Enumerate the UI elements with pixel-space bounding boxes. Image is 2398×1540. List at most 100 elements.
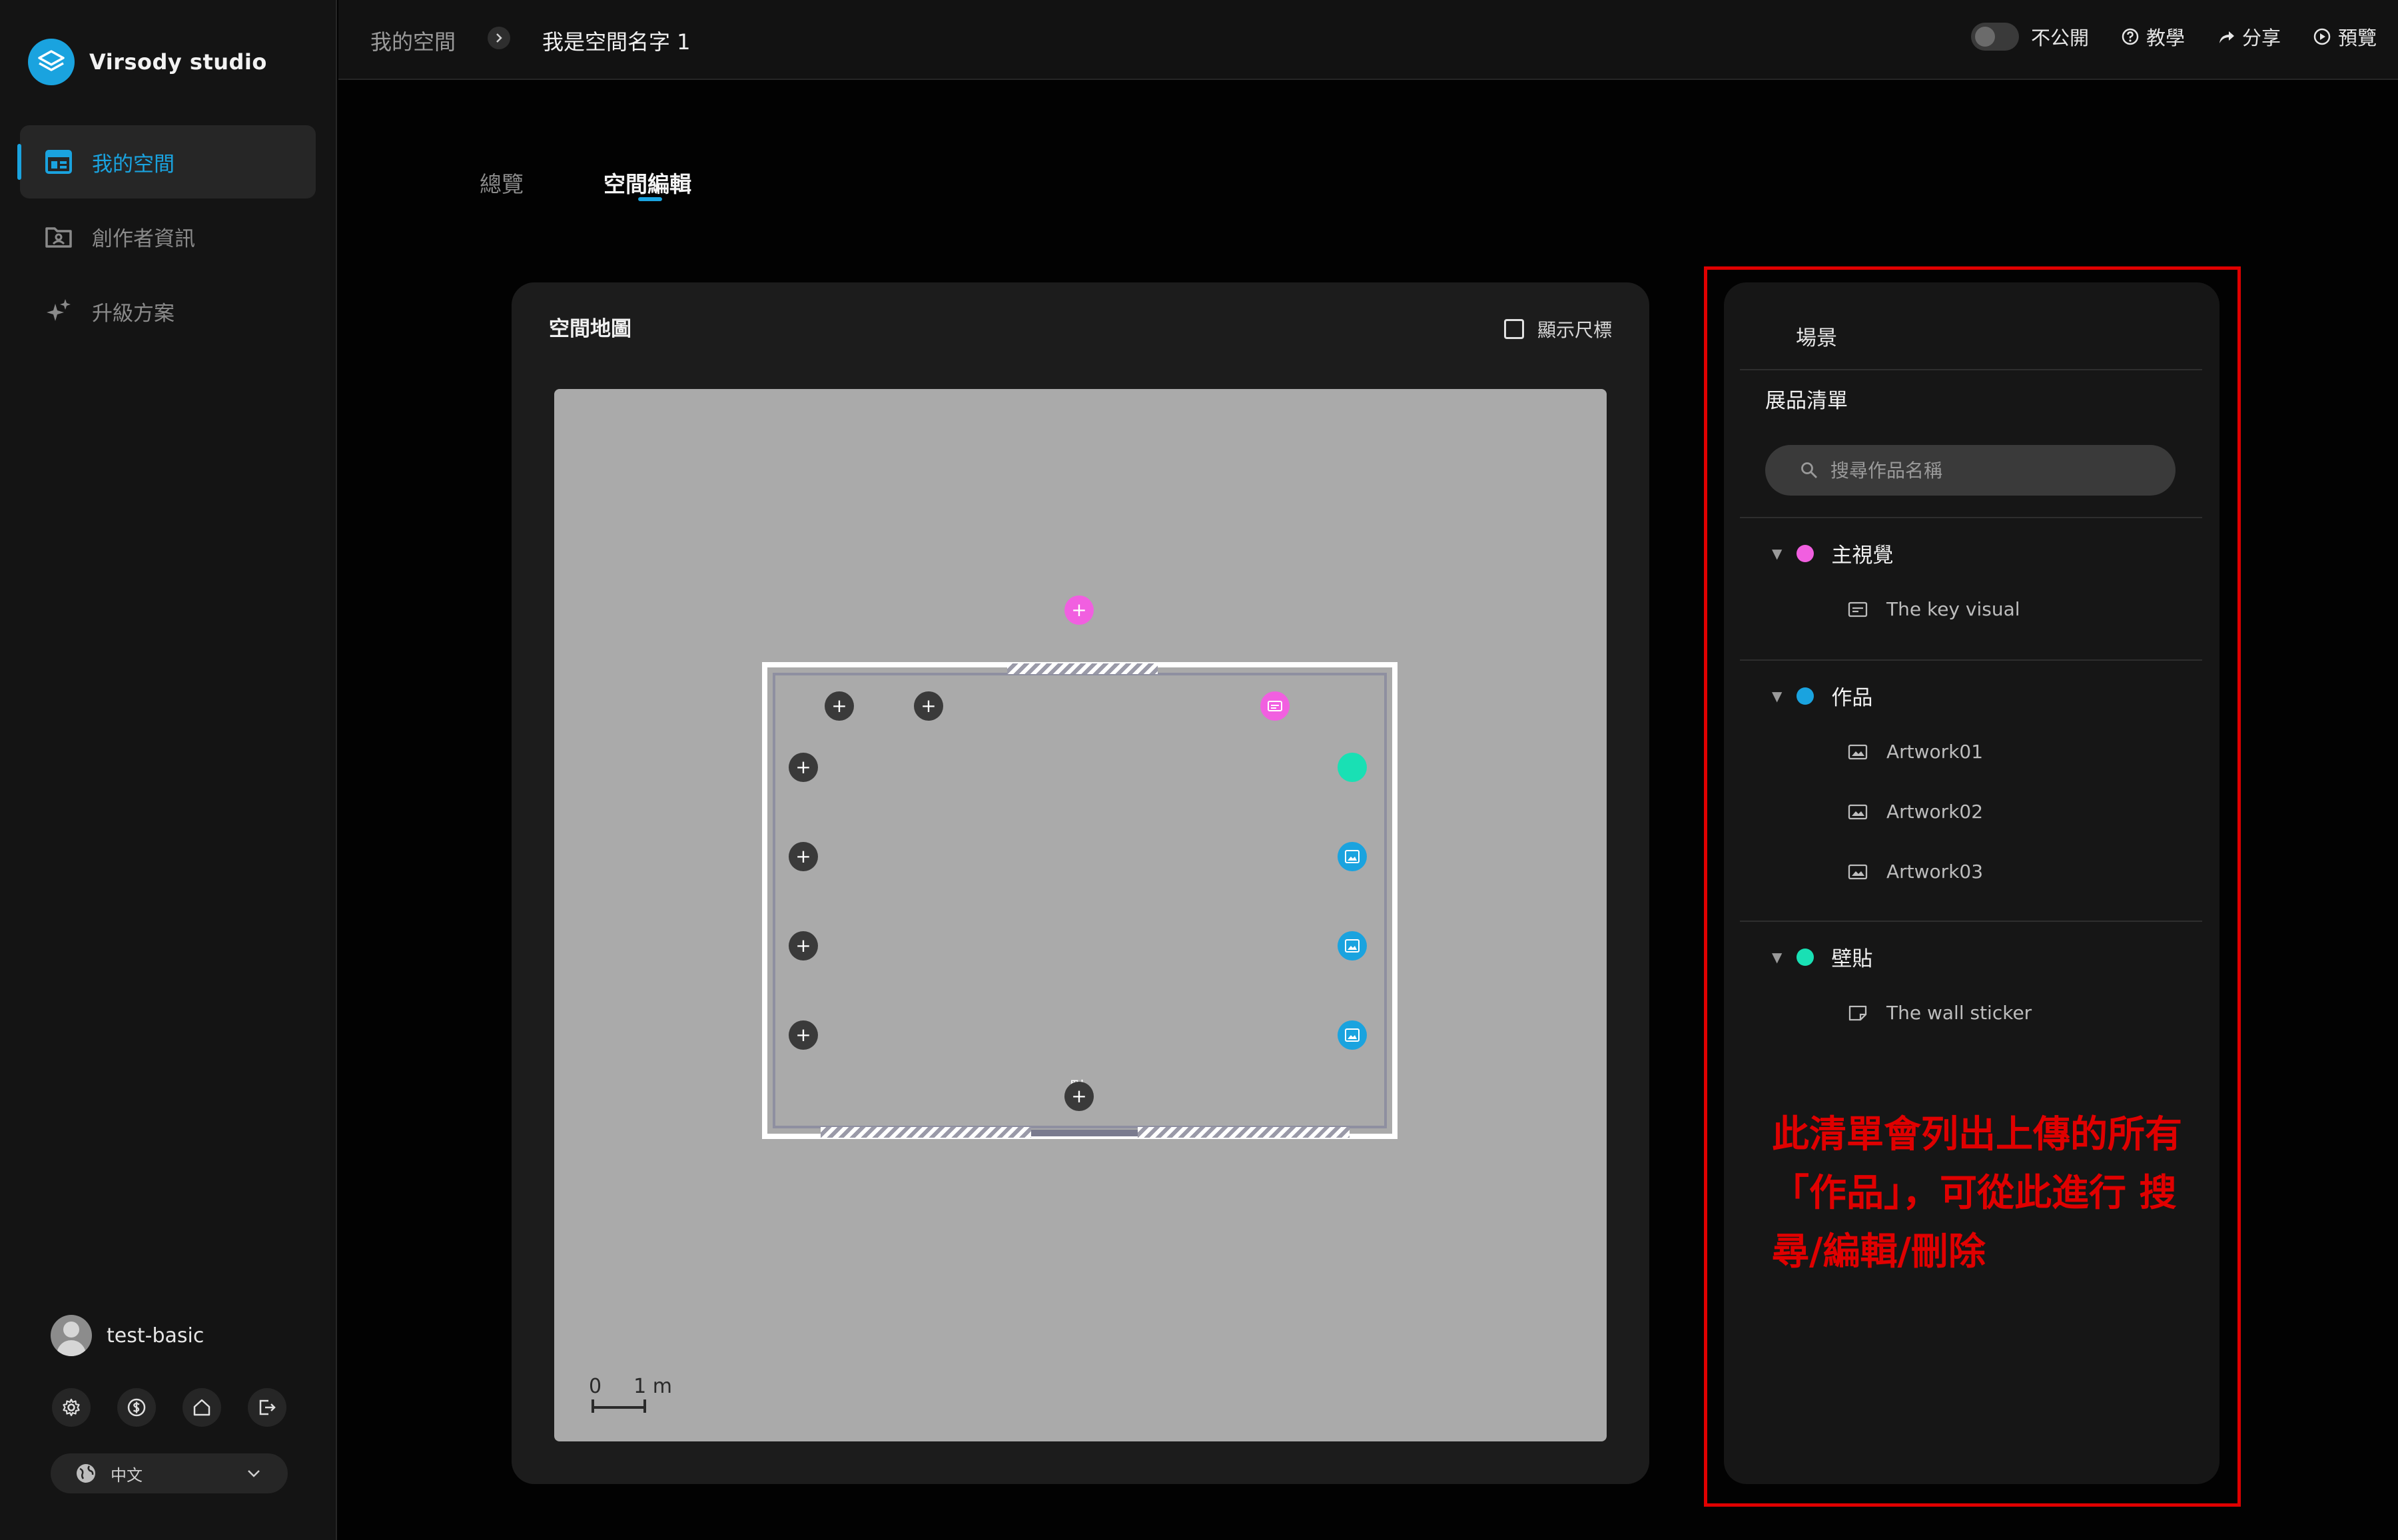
group-name: 作品 [1831, 686, 1873, 710]
group-color-dot [1797, 687, 1814, 705]
empty-slot-marker[interactable]: + [789, 1020, 818, 1050]
item-name: The wall sticker [1886, 1002, 2032, 1024]
scene-tab[interactable]: 場景 [1796, 321, 1837, 351]
settings-button[interactable] [52, 1388, 91, 1427]
group-color-dot [1797, 544, 1814, 562]
folder-user-icon [43, 220, 75, 252]
top-actions: 不公開 教學 分享 預覽 [1970, 23, 2377, 51]
preview-label: 預覽 [2337, 27, 2377, 49]
tab-overview[interactable]: 總覽 [480, 167, 524, 198]
show-scale-checkbox[interactable] [1503, 319, 1524, 339]
group-artworks[interactable]: ▼ 作品 [1772, 681, 1872, 711]
item-name: The key visual [1886, 598, 2020, 620]
empty-slot-marker[interactable]: + [789, 842, 818, 871]
exhibit-list-title: 展品清單 [1765, 389, 1848, 413]
image-icon [1848, 744, 1868, 759]
dollar-icon [127, 1398, 146, 1417]
group-wall-stickers[interactable]: ▼ 壁貼 [1772, 942, 1872, 972]
visibility-label: 不公開 [2030, 27, 2089, 49]
home-button[interactable] [183, 1388, 221, 1427]
bottom-door-left [821, 1127, 1031, 1138]
key-visual-icon [1848, 601, 1868, 617]
billing-button[interactable] [117, 1388, 156, 1427]
logout-icon [259, 1399, 276, 1415]
avatar [51, 1315, 92, 1356]
play-circle-icon [2313, 28, 2331, 45]
caret-down-icon: ▼ [1772, 687, 1783, 704]
sidebar-tools [52, 1388, 286, 1427]
scale-start: 0 [589, 1375, 602, 1398]
empty-slot-marker[interactable]: + [1064, 1082, 1094, 1111]
sparkle-icon [43, 295, 75, 327]
share-icon [2219, 31, 2234, 43]
list-item[interactable]: Artwork02 [1848, 801, 1983, 823]
app-logo[interactable]: Virsody studio [28, 39, 267, 85]
visibility-toggle[interactable] [1970, 23, 2019, 51]
key-visual-marker[interactable] [1260, 691, 1290, 721]
group-key-visual[interactable]: ▼ 主視覺 [1772, 538, 1893, 568]
search-input[interactable] [1830, 459, 2150, 482]
image-icon [1848, 864, 1868, 879]
item-name: Artwork02 [1886, 801, 1984, 823]
logout-button[interactable] [248, 1388, 286, 1427]
sidebar-item-label: 創作者資訊 [92, 226, 195, 251]
breadcrumb-my-space[interactable]: 我的空間 [370, 25, 456, 56]
user-profile[interactable]: test-basic [51, 1315, 204, 1356]
share-label: 分享 [2241, 27, 2281, 49]
show-scale-label: 顯示尺標 [1537, 319, 1612, 341]
image-icon [1345, 850, 1360, 863]
artwork-marker[interactable] [1338, 842, 1367, 871]
sticker-icon [1848, 1005, 1867, 1020]
chevron-down-icon [248, 1470, 260, 1477]
search-icon [1801, 462, 1817, 478]
artwork-marker[interactable] [1338, 1020, 1367, 1050]
scale-end: 1 m [633, 1375, 672, 1398]
help-icon [2122, 28, 2139, 45]
artwork-marker[interactable] [1338, 931, 1367, 961]
list-item[interactable]: Artwork01 [1848, 741, 1983, 763]
list-item[interactable]: The key visual [1848, 598, 2020, 620]
sidebar-item-upgrade[interactable]: 升級方案 [20, 274, 316, 348]
top-bar: 我的空間 我是空間名字 1 不公開 教學 分享 預覽 [338, 0, 2398, 80]
language-select[interactable]: 中文 [51, 1453, 288, 1493]
top-door [1007, 663, 1158, 674]
logo-icon [28, 39, 75, 85]
share-button[interactable]: 分享 [2217, 23, 2281, 51]
wall-sticker-marker[interactable] [1338, 753, 1367, 782]
breadcrumb-space-name: 我是空間名字 1 [542, 29, 691, 55]
tutorial-button[interactable]: 教學 [2121, 23, 2185, 51]
item-name: Artwork01 [1886, 741, 1984, 763]
sidebar: Virsody studio 我的空間 創作者資訊 升級方案 test-basi… [0, 0, 337, 1540]
space-map-canvas[interactable]: + + + + + + + 點 + 0 1 m [554, 389, 1607, 1441]
app-name: Virsody studio [89, 49, 267, 75]
exhibit-list-panel: 場景 展品清單 ▼ 主視覺 The key visual ▼ 作品 Artwor… [1724, 282, 2219, 1484]
globe-icon [77, 1464, 95, 1483]
chevron-right-icon [488, 27, 510, 49]
active-tab-indicator [638, 197, 662, 201]
empty-slot-marker[interactable]: + [825, 691, 854, 721]
show-scale-toggle[interactable]: 顯示尺標 [1503, 316, 1612, 342]
home-icon [193, 1399, 210, 1416]
sidebar-item-my-space[interactable]: 我的空間 [17, 125, 316, 198]
preview-button[interactable]: 預覽 [2313, 23, 2377, 51]
room-outline [762, 662, 1398, 1139]
language-value: 中文 [111, 1465, 143, 1485]
sidebar-item-creator-info[interactable]: 創作者資訊 [20, 200, 316, 273]
image-icon [1848, 804, 1868, 819]
image-icon [1345, 1028, 1360, 1042]
key-visual-add-marker[interactable]: + [1064, 595, 1094, 625]
space-map-title: 空間地圖 [549, 317, 631, 341]
key-visual-icon [1268, 701, 1282, 711]
map-scale-bar: 0 1 m [589, 1375, 672, 1417]
list-item[interactable]: Artwork03 [1848, 861, 1983, 883]
empty-slot-marker[interactable]: + [914, 691, 943, 721]
image-icon [1345, 939, 1360, 953]
tab-space-edit[interactable]: 空間編輯 [603, 167, 691, 198]
caret-down-icon: ▼ [1772, 545, 1783, 562]
list-item[interactable]: The wall sticker [1848, 1002, 2032, 1024]
search-field[interactable] [1765, 445, 2176, 496]
empty-slot-marker[interactable]: + [789, 753, 818, 782]
empty-slot-marker[interactable]: + [789, 931, 818, 961]
bottom-door-right [1138, 1127, 1350, 1138]
group-name: 主視覺 [1831, 544, 1894, 568]
